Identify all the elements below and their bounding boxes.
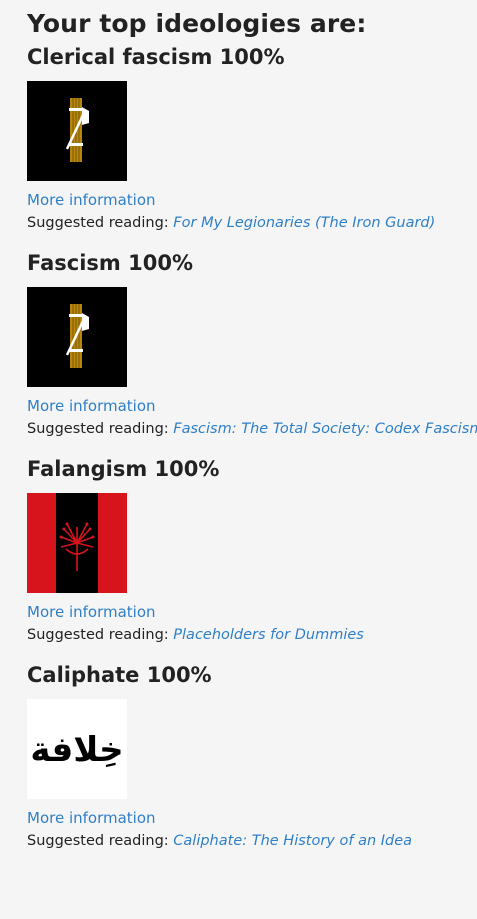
suggested-reading-link[interactable]: Placeholders for Dummies	[173, 627, 364, 643]
suggested-reading-link[interactable]: Caliphate: The History of an Idea	[173, 833, 412, 849]
suggested-reading-label: Suggested reading:	[27, 833, 169, 849]
ideology-result-fascism: Fascism 100% More information Suggested …	[27, 248, 477, 441]
suggested-reading-link[interactable]: Fascism: The Total Society: Codex Fascis…	[173, 421, 477, 437]
suggested-reading-label: Suggested reading:	[27, 421, 169, 437]
suggested-reading: Suggested reading: Caliphate: The Histor…	[27, 829, 477, 853]
fasces-flag-icon	[27, 287, 127, 387]
result-title: Clerical fascism 100%	[27, 45, 285, 69]
fasces-flag-icon	[27, 81, 127, 181]
result-title: Caliphate 100%	[27, 663, 212, 687]
suggested-reading-label: Suggested reading:	[27, 627, 169, 643]
page-title: Your top ideologies are:	[27, 9, 367, 38]
more-information-link[interactable]: More information	[27, 395, 477, 417]
suggested-reading: Suggested reading: Fascism: The Total So…	[27, 417, 477, 441]
results-page: Your top ideologies are: Clerical fascis…	[0, 0, 477, 919]
ideology-result-caliphate: Caliphate 100% خِلافة More information S…	[27, 660, 477, 853]
suggested-reading: Suggested reading: Placeholders for Dumm…	[27, 623, 477, 647]
ideology-result-clerical-fascism: Clerical fascism 100% More information S…	[27, 42, 477, 235]
caliphate-calligraphy-text: خِلافة	[30, 730, 123, 770]
suggested-reading-link[interactable]: For My Legionaries (The Iron Guard)	[173, 215, 435, 231]
caliphate-calligraphy-icon: خِلافة	[27, 699, 127, 799]
more-information-link[interactable]: More information	[27, 601, 477, 623]
result-title: Fascism 100%	[27, 251, 194, 275]
falange-flag-icon	[27, 493, 127, 593]
more-information-link[interactable]: More information	[27, 807, 477, 829]
suggested-reading-label: Suggested reading:	[27, 215, 169, 231]
ideology-result-falangism: Falangism 100% More information Suggeste…	[27, 454, 477, 647]
more-information-link[interactable]: More information	[27, 189, 477, 211]
suggested-reading: Suggested reading: For My Legionaries (T…	[27, 211, 477, 235]
result-title: Falangism 100%	[27, 457, 220, 481]
